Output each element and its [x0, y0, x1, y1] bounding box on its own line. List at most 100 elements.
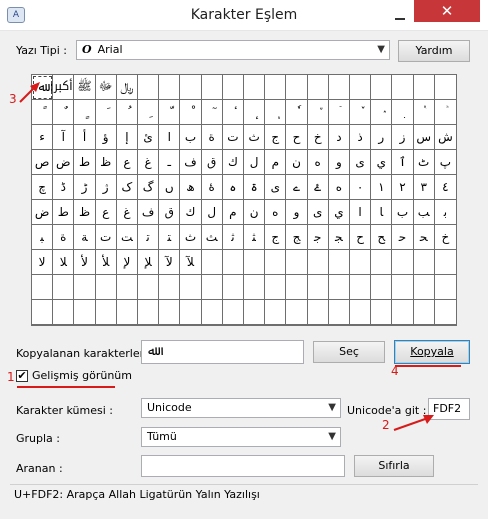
grid-cell[interactable]: ڈ [53, 175, 75, 200]
grid-cell[interactable]: ب [180, 125, 202, 150]
grid-cell[interactable] [328, 250, 350, 275]
grid-cell[interactable]: ر [371, 125, 393, 150]
grid-cell[interactable]: ﺘ [159, 225, 181, 250]
grid-cell[interactable] [392, 300, 414, 325]
grid-cell[interactable] [350, 75, 372, 100]
grid-cell[interactable]: ظ [95, 150, 117, 175]
grid-cell[interactable] [392, 275, 414, 300]
grid-cell[interactable] [180, 75, 202, 100]
grid-cell[interactable]: ﺢ [371, 225, 393, 250]
grid-cell[interactable] [286, 275, 308, 300]
grid-cell[interactable]: ﺔ [74, 225, 96, 250]
grid-cell[interactable]: ت [222, 125, 244, 150]
grid-cell[interactable]: ﺓ [53, 225, 75, 250]
grid-cell[interactable]: إ [116, 125, 138, 150]
grid-cell[interactable] [265, 300, 287, 325]
grid-cell[interactable]: ه [307, 150, 329, 175]
grid-cell[interactable]: ٹ [413, 150, 435, 175]
grid-cell[interactable]: و [286, 200, 308, 225]
grid-cell[interactable]: ﺛ [222, 225, 244, 250]
grid-cell[interactable]: ﷻ [95, 75, 117, 100]
grid-cell[interactable]: ٛ [371, 100, 393, 125]
help-button[interactable]: Yardım [398, 40, 470, 62]
grid-cell[interactable]: َ [95, 100, 117, 125]
charset-select[interactable]: Unicode ▼ [141, 398, 341, 418]
grid-cell[interactable] [328, 75, 350, 100]
grid-cell[interactable]: ع [95, 200, 117, 225]
grid-cell[interactable]: ى [307, 200, 329, 225]
grid-cell[interactable]: ء [32, 125, 54, 150]
grid-cell[interactable] [328, 300, 350, 325]
grid-cell[interactable]: ج [265, 125, 287, 150]
grid-cell[interactable]: ﻷ [74, 250, 96, 275]
grid-cell[interactable]: ٚ [350, 100, 372, 125]
grid-cell[interactable] [413, 275, 435, 300]
grid-cell[interactable]: ﺥ [434, 225, 456, 250]
grid-cell[interactable]: ﻹ [116, 250, 138, 275]
grid-cell[interactable]: ن [244, 200, 266, 225]
grid-cell[interactable]: غ [138, 150, 160, 175]
grid-cell[interactable]: س [413, 125, 435, 150]
grid-cell[interactable]: ے [286, 175, 308, 200]
grid-cell[interactable]: ﺠ [328, 225, 350, 250]
grid-cell[interactable]: ٤ [434, 175, 456, 200]
grid-cell[interactable]: ﻺ [138, 250, 160, 275]
grid-cell[interactable]: غ [116, 200, 138, 225]
grid-cell[interactable]: ۀ [201, 175, 223, 200]
grid-cell[interactable]: ض [32, 200, 54, 225]
grid-cell[interactable] [392, 75, 414, 100]
grid-cell[interactable]: ٱ [392, 150, 414, 175]
grid-cell[interactable]: ٜ [392, 100, 414, 125]
grid-cell[interactable] [244, 75, 266, 100]
grid-cell[interactable]: ؤ [95, 125, 117, 150]
grid-cell[interactable]: ٕ [244, 100, 266, 125]
grid-cell[interactable] [434, 75, 456, 100]
grid-cell[interactable] [328, 275, 350, 300]
grid-cell[interactable]: ۃ [244, 175, 266, 200]
grid-cell[interactable]: م [222, 200, 244, 225]
grid-cell[interactable]: ئ [138, 125, 160, 150]
grid-cell[interactable] [371, 250, 393, 275]
grid-cell[interactable]: ق [159, 200, 181, 225]
close-button[interactable]: ✕ [414, 0, 480, 22]
grid-cell[interactable] [53, 275, 75, 300]
grid-cell[interactable]: ُ [116, 100, 138, 125]
grid-cell[interactable] [95, 275, 117, 300]
select-button[interactable]: Seç [313, 341, 385, 363]
grid-cell[interactable]: ك [180, 200, 202, 225]
grid-cell[interactable]: ١ [371, 175, 393, 200]
grid-cell[interactable]: ھ [180, 175, 202, 200]
grid-cell[interactable] [222, 250, 244, 275]
grid-cell[interactable] [286, 75, 308, 100]
grid-cell[interactable] [159, 75, 181, 100]
grid-cell[interactable] [201, 250, 223, 275]
grid-cell[interactable]: ﺎ [371, 200, 393, 225]
grid-cell[interactable] [307, 300, 329, 325]
grid-cell[interactable]: ﺐ [413, 200, 435, 225]
grid-cell[interactable]: ە [328, 175, 350, 200]
grid-cell[interactable]: ٞ [434, 100, 456, 125]
grid-cell[interactable]: ظ [74, 200, 96, 225]
grid-cell[interactable]: ﺏ [392, 200, 414, 225]
grid-cell[interactable]: ي [371, 150, 393, 175]
grid-cell[interactable]: ق [201, 150, 223, 175]
grid-cell[interactable] [413, 75, 435, 100]
grid-cell[interactable] [371, 275, 393, 300]
grid-cell[interactable] [201, 75, 223, 100]
grid-cell[interactable]: ي [328, 200, 350, 225]
grid-cell[interactable]: ﺗ [138, 225, 160, 250]
grid-cell[interactable]: ٘ [307, 100, 329, 125]
grid-cell[interactable] [32, 275, 54, 300]
reset-button[interactable]: Sıfırla [354, 455, 434, 477]
grid-cell[interactable]: ک [116, 175, 138, 200]
grid-cell[interactable]: ن [286, 150, 308, 175]
grid-cell[interactable]: ه [265, 200, 287, 225]
grid-cell[interactable]: ﻶ [180, 250, 202, 275]
grid-cell[interactable] [434, 250, 456, 275]
grid-cell[interactable]: ﺡ [350, 225, 372, 250]
grid-cell[interactable] [74, 300, 96, 325]
grid-cell[interactable]: چ [32, 175, 54, 200]
grid-cell[interactable]: أ [74, 125, 96, 150]
grid-cell[interactable]: ى [350, 150, 372, 175]
grid-cell[interactable]: ة [201, 125, 223, 150]
